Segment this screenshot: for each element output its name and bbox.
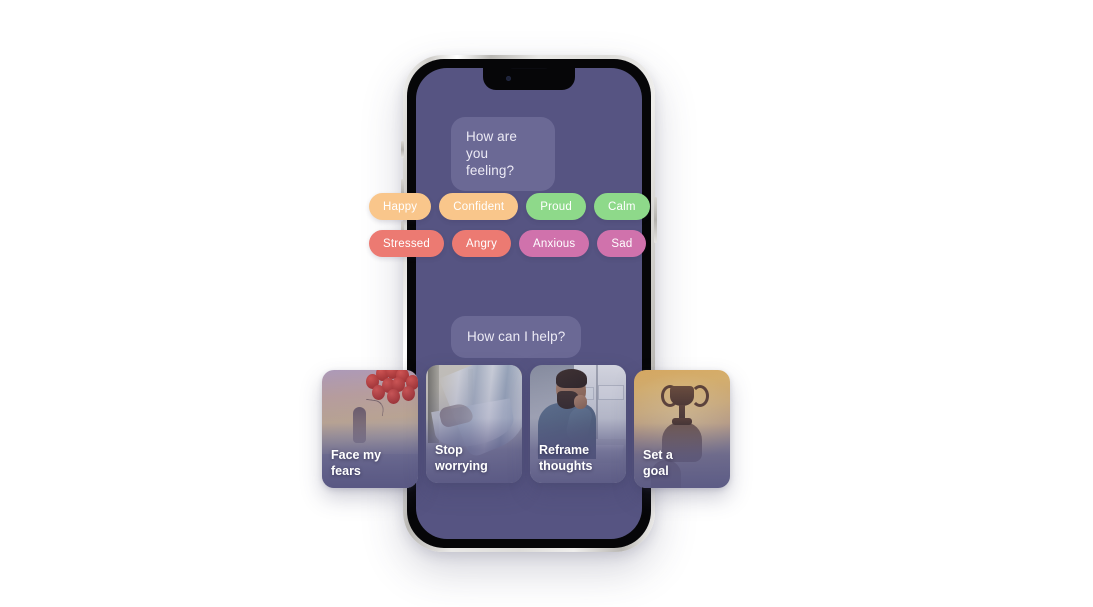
action-card-reframe-thoughts[interactable]: Reframe thoughts [530, 365, 626, 483]
mood-row-1: Stressed Angry Anxious Sad [369, 230, 647, 257]
earpiece-speaker-icon [510, 68, 548, 69]
action-card-label: Set a goal [643, 448, 673, 478]
action-card-label: Stop worrying [435, 443, 488, 473]
chat-bubble-prompt: How can I help? [451, 316, 582, 358]
mood-chip-confident[interactable]: Confident [439, 193, 519, 220]
front-camera-icon [506, 76, 511, 81]
silent-switch-button[interactable] [401, 141, 404, 158]
action-card-stop-worrying[interactable]: Stop worrying [426, 365, 522, 483]
action-card-label: Reframe thoughts [539, 443, 593, 473]
notch [483, 68, 575, 90]
action-card-row: Face my fears Stop worrying Reframe thou… [322, 365, 732, 490]
mood-chip-calm[interactable]: Calm [593, 193, 650, 220]
action-card-label: Face my fears [331, 448, 382, 478]
mood-chip-stressed[interactable]: Stressed [369, 230, 444, 257]
mood-chip-angry[interactable]: Angry [451, 230, 512, 257]
action-card-set-a-goal[interactable]: Set a goal [634, 370, 730, 488]
mood-chip-sad[interactable]: Sad [597, 230, 647, 257]
action-card-face-my-fears[interactable]: Face my fears [322, 370, 418, 488]
mood-chip-proud[interactable]: Proud [526, 193, 586, 220]
power-button[interactable] [654, 197, 657, 243]
screenshot-canvas: How are you feeling? How can I help? Fac… [0, 0, 1093, 607]
mood-row-0: Happy Confident Proud Calm [369, 193, 650, 220]
mood-chip-anxious[interactable]: Anxious [519, 230, 590, 257]
chat-bubble-greeting: How are you feeling? [451, 117, 555, 191]
mood-chip-happy[interactable]: Happy [369, 193, 432, 220]
